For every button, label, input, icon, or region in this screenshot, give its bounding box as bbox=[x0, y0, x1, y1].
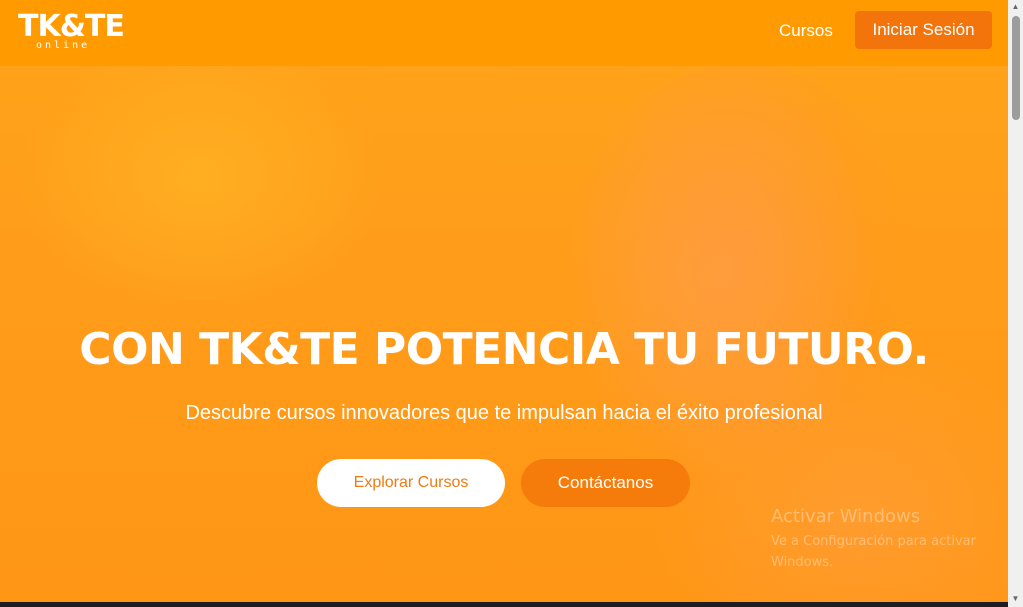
windows-activation-subtitle: Ve a Configuración para activar Windows. bbox=[771, 534, 976, 570]
hero-headline: CON TK&TE POTENCIA TU FUTURO. bbox=[79, 324, 929, 375]
next-section-edge bbox=[0, 602, 1008, 607]
logo-tagline: online bbox=[36, 40, 91, 51]
brand-logo[interactable]: TK&TE online bbox=[18, 10, 125, 54]
navbar: TK&TE online Cursos Iniciar Sesión bbox=[0, 0, 1008, 66]
explore-courses-button[interactable]: Explorar Cursos bbox=[317, 459, 505, 507]
hero-subheadline: Descubre cursos innovadores que te impul… bbox=[185, 402, 823, 424]
vertical-scrollbar[interactable]: ▲ ▼ bbox=[1008, 0, 1023, 607]
scroll-down-icon[interactable]: ▼ bbox=[1008, 592, 1023, 606]
scroll-up-icon[interactable]: ▲ bbox=[1008, 0, 1023, 14]
windows-activation-title: Activar Windows bbox=[771, 506, 921, 527]
hero-photo-figure bbox=[560, 66, 910, 526]
login-button[interactable]: Iniciar Sesión bbox=[855, 11, 992, 49]
contact-button[interactable]: Contáctanos bbox=[521, 459, 690, 507]
scrollbar-thumb[interactable] bbox=[1012, 16, 1020, 120]
nav-link-cursos[interactable]: Cursos bbox=[779, 20, 833, 42]
page: TK&TE online Cursos Iniciar Sesión CON T… bbox=[0, 0, 1008, 607]
logo-wordmark: TK&TE bbox=[18, 9, 125, 44]
